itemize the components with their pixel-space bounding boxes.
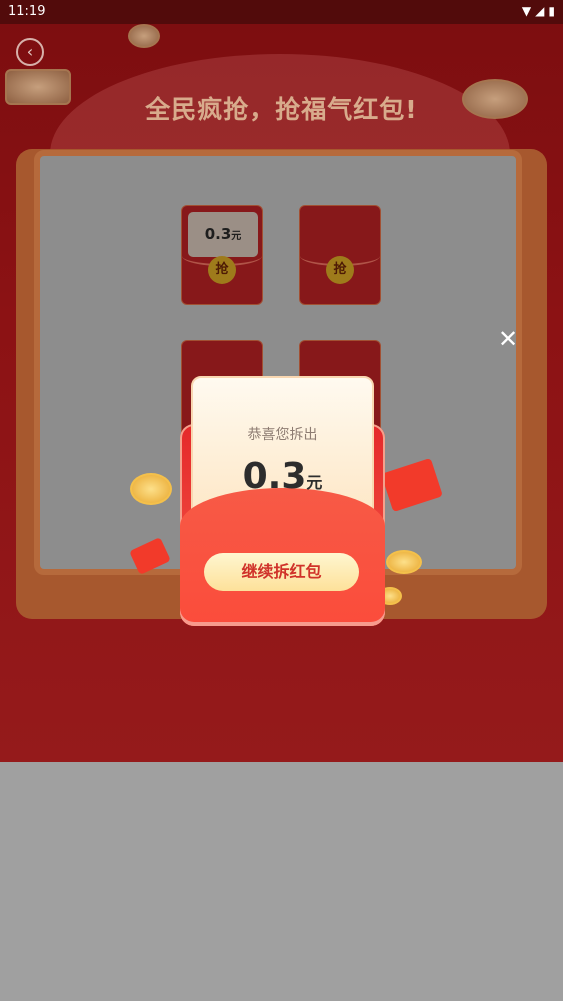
reward-amount: 0.3元	[180, 456, 385, 497]
grab-badge: 抢	[326, 256, 354, 284]
status-icons: ▼ ◢ ▮	[522, 3, 555, 19]
reward-popup: 恭喜您拆出 0.3元 继续拆红包	[180, 376, 385, 626]
signal-icon: ◢	[535, 4, 545, 18]
reward-amount-value: 0.3	[242, 456, 307, 497]
battery-icon: ▮	[548, 4, 555, 18]
status-time: 11:19	[8, 4, 46, 19]
red-envelope[interactable]: 抢	[299, 205, 381, 305]
envelope-amount-value: 0.3	[204, 225, 232, 243]
congrats-text: 恭喜您拆出	[247, 427, 318, 443]
continue-button[interactable]: 继续拆红包	[204, 553, 359, 591]
close-icon: ✕	[497, 325, 519, 353]
page-title: 全民疯抢，抢福气红包!	[145, 95, 418, 124]
reward-amount-unit: 元	[306, 473, 323, 492]
grab-badge: 抢	[208, 256, 236, 284]
status-bar: 11:19 ▼ ◢ ▮	[0, 0, 563, 24]
envelope-amount-unit: 元	[231, 231, 242, 242]
coin-decoration	[128, 24, 160, 48]
wifi-icon: ▼	[521, 4, 532, 18]
red-envelope-opened[interactable]: 0.3元 抢	[181, 205, 263, 305]
close-button[interactable]: ✕	[496, 327, 520, 351]
coin-decoration	[386, 550, 422, 574]
back-button[interactable]: ‹	[16, 38, 44, 66]
chevron-left-icon: ‹	[26, 42, 34, 61]
coin-decoration	[130, 473, 172, 505]
